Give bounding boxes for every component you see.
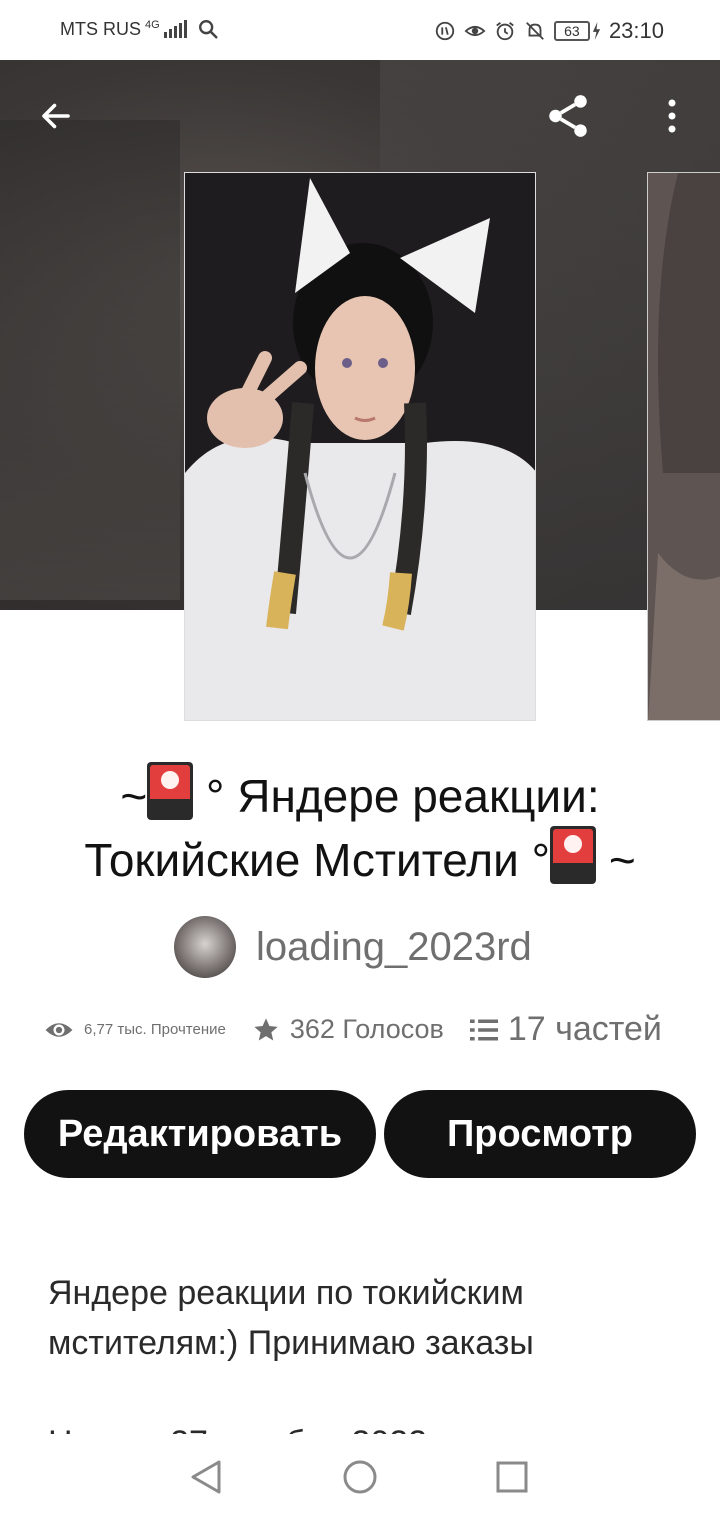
clock: 23:10 bbox=[608, 18, 664, 43]
title-line-2: Токийские Мстители ° ~ bbox=[20, 826, 700, 890]
network-label: 4G bbox=[145, 19, 160, 31]
more-options-button[interactable] bbox=[642, 86, 702, 146]
status-right: 63 23:10 bbox=[434, 18, 664, 44]
reads-count: 6,77 тыс. Прочтение bbox=[84, 1021, 226, 1038]
signal-icon bbox=[163, 20, 187, 38]
next-cover-image bbox=[648, 173, 720, 720]
nav-home-button[interactable] bbox=[330, 1452, 390, 1502]
star-icon bbox=[254, 1017, 278, 1040]
battery-icon: 63 bbox=[553, 21, 590, 41]
parts-count: 17 частей bbox=[507, 1010, 662, 1048]
share-button[interactable] bbox=[538, 86, 598, 146]
more-vertical-icon bbox=[668, 99, 676, 133]
flag-icon bbox=[550, 826, 597, 884]
eye-icon bbox=[45, 1022, 73, 1037]
author-link[interactable]: loading_2023rd bbox=[174, 916, 532, 978]
description-cut-line: Начато 27 октября 2022 bbox=[48, 1418, 688, 1434]
view-button[interactable]: Просмотр bbox=[384, 1090, 696, 1178]
description-partial-text: Начато 27 октября 2022 bbox=[48, 1418, 427, 1434]
flag-icon bbox=[147, 762, 194, 820]
share-icon bbox=[549, 95, 587, 137]
parts-stat[interactable]: 17 частей bbox=[469, 1010, 662, 1049]
story-title: ~ ° Яндере реакции: Токийские Мстители °… bbox=[20, 762, 700, 890]
list-icon bbox=[469, 1019, 498, 1040]
notifications-off-icon bbox=[526, 22, 544, 40]
system-nav-bar bbox=[0, 1434, 720, 1520]
edit-button[interactable]: Редактировать bbox=[24, 1090, 376, 1178]
title-line-1: ~ ° Яндере реакции: bbox=[20, 762, 700, 826]
next-story-cover[interactable] bbox=[647, 172, 720, 721]
alarm-icon bbox=[496, 22, 514, 41]
status-left: MTS RUS 4G bbox=[60, 18, 219, 40]
circle-home-icon bbox=[343, 1460, 377, 1494]
story-stats: 6,77 тыс. Прочтение 362 Голосов 17 часте… bbox=[44, 1010, 684, 1049]
back-button[interactable] bbox=[26, 86, 86, 146]
data-saver-icon bbox=[435, 21, 455, 41]
square-recents-icon bbox=[496, 1461, 528, 1493]
nav-back-button[interactable] bbox=[176, 1452, 236, 1502]
arrow-left-icon bbox=[42, 103, 70, 129]
votes-count: 362 Голосов bbox=[289, 1014, 444, 1044]
carrier-label: MTS RUS bbox=[60, 18, 141, 39]
avatar bbox=[174, 916, 236, 978]
title-suffix: ~ bbox=[608, 834, 636, 886]
search-icon bbox=[198, 20, 218, 39]
reads-stat: 6,77 тыс. Прочтение bbox=[44, 1019, 226, 1041]
charging-icon bbox=[592, 22, 601, 40]
cover-image bbox=[185, 173, 535, 720]
battery-level: 63 bbox=[564, 23, 580, 39]
eye-comfort-icon bbox=[464, 25, 486, 37]
status-bar: MTS RUS 4G 63 23:10 bbox=[0, 0, 720, 60]
votes-stat: 362 Голосов bbox=[252, 1014, 444, 1045]
story-cover[interactable] bbox=[184, 172, 536, 721]
nav-recents-button[interactable] bbox=[482, 1452, 542, 1502]
author-name: loading_2023rd bbox=[256, 924, 532, 969]
title-text-2: Токийские Мстители ° bbox=[84, 834, 551, 886]
title-text-1: ° Яндере реакции: bbox=[206, 770, 600, 822]
triangle-back-icon bbox=[191, 1460, 221, 1494]
title-prefix: ~ bbox=[120, 770, 148, 822]
story-description: Яндере реакции по токийским мстителям:) … bbox=[48, 1274, 534, 1362]
